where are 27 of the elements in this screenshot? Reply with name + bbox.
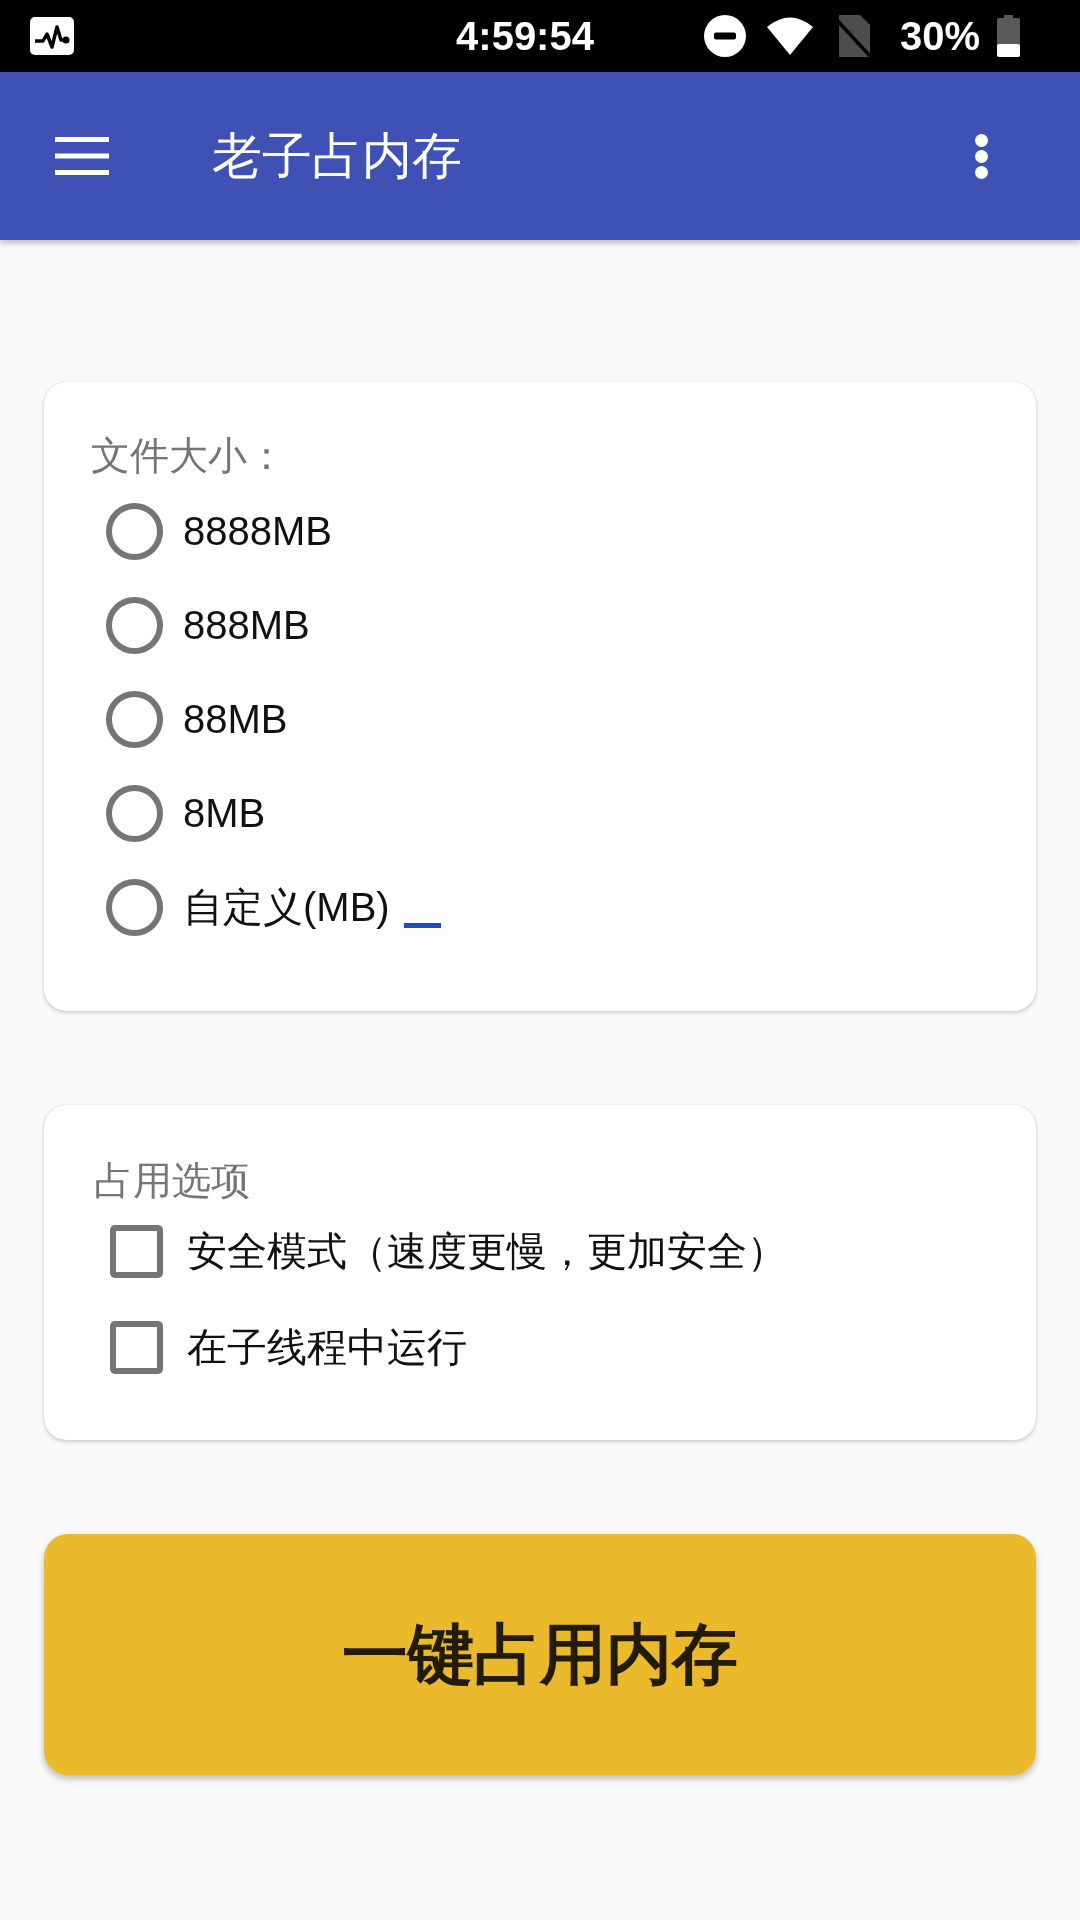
radio-button[interactable] bbox=[106, 502, 163, 560]
checkbox[interactable] bbox=[110, 1224, 163, 1278]
option-label: 888MB bbox=[183, 602, 310, 649]
option-label: 在子线程中运行 bbox=[187, 1324, 467, 1371]
battery-percentage: 30% bbox=[899, 13, 980, 60]
radio-button[interactable] bbox=[106, 690, 163, 748]
radio-button[interactable] bbox=[106, 596, 163, 654]
battery-icon bbox=[997, 15, 1020, 57]
pulse-icon bbox=[30, 17, 74, 55]
wifi-icon bbox=[765, 16, 814, 56]
clock-time: 4:59:54 bbox=[456, 13, 594, 60]
occupy-memory-button[interactable]: 一键占用内存 bbox=[44, 1534, 1036, 1775]
checkbox[interactable] bbox=[110, 1320, 163, 1374]
app-title: 老子占内存 bbox=[212, 127, 463, 186]
do-not-disturb-icon bbox=[703, 15, 746, 57]
custom-size-input[interactable] bbox=[403, 922, 441, 928]
option-label: 安全模式（速度更慢，更加安全） bbox=[187, 1228, 787, 1275]
section-label: 占用选项 bbox=[94, 1159, 250, 1203]
option-label: 8888MB bbox=[183, 508, 332, 555]
option-label: 88MB bbox=[183, 696, 288, 743]
radio-button[interactable] bbox=[106, 784, 163, 842]
menu-icon[interactable] bbox=[55, 137, 109, 175]
section-label: 文件大小： bbox=[91, 434, 286, 478]
radio-button[interactable] bbox=[106, 878, 163, 936]
more-options-icon[interactable] bbox=[975, 133, 988, 179]
option-label: 自定义(MB) bbox=[183, 884, 390, 931]
option-label: 8MB bbox=[183, 790, 266, 837]
